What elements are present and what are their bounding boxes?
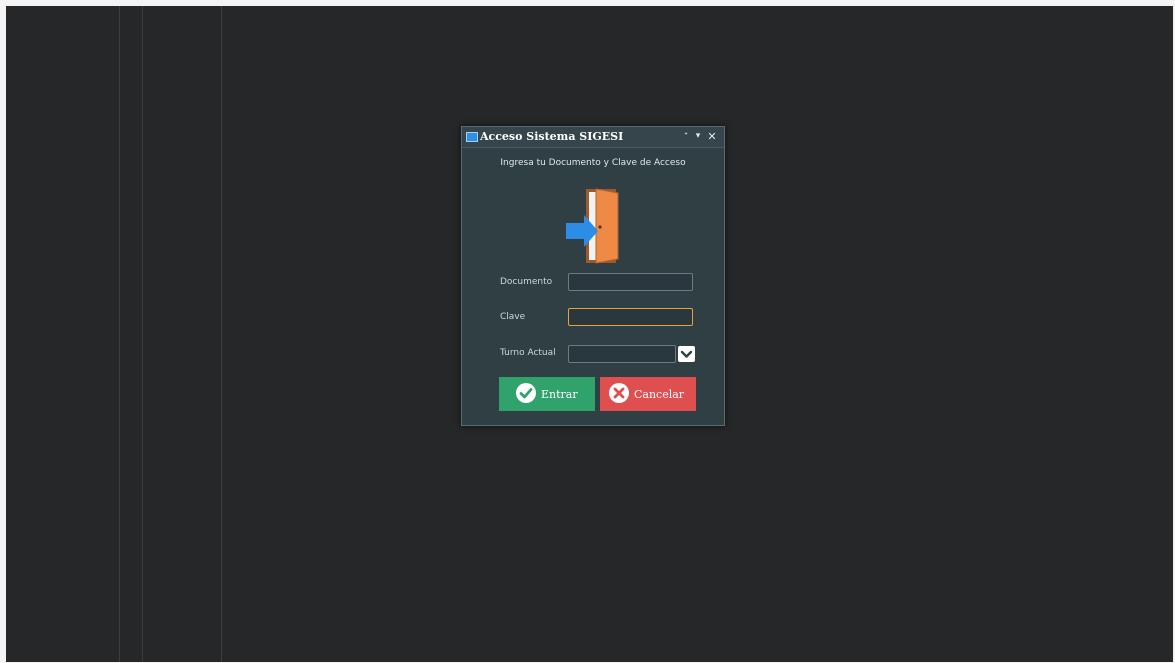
desktop-divider xyxy=(119,6,120,662)
check-circle-icon xyxy=(515,382,537,404)
cancelar-label: Cancelar xyxy=(634,388,685,401)
desktop-divider xyxy=(221,6,222,662)
app-window-icon xyxy=(466,132,478,142)
clave-input[interactable] xyxy=(568,308,693,326)
documento-input[interactable] xyxy=(568,273,693,291)
documento-label: Documento xyxy=(500,277,553,287)
pin-button[interactable]: ᐩ xyxy=(680,129,692,144)
cancelar-button[interactable]: Cancelar xyxy=(600,377,696,411)
turno-label: Turno Actual xyxy=(500,348,556,358)
dialog-title: Acceso Sistema SIGESI xyxy=(480,130,624,143)
close-button[interactable]: ✕ xyxy=(706,129,718,144)
dropdown-button[interactable]: ▾ xyxy=(692,129,704,144)
x-circle-icon xyxy=(608,382,630,404)
dialog-titlebar[interactable]: Acceso Sistema SIGESI ᐩ ▾ ✕ xyxy=(462,127,724,148)
turno-select-value[interactable] xyxy=(568,345,676,363)
entrar-button[interactable]: Entrar xyxy=(499,377,595,411)
door-enter-icon xyxy=(558,185,648,265)
clave-label: Clave xyxy=(500,312,526,322)
entrar-label: Entrar xyxy=(541,388,578,401)
turno-select[interactable] xyxy=(568,345,695,363)
login-dialog: Acceso Sistema SIGESI ᐩ ▾ ✕ Ingresa tu D… xyxy=(461,126,725,426)
desktop-background: Acceso Sistema SIGESI ᐩ ▾ ✕ Ingresa tu D… xyxy=(6,6,1173,662)
desktop-divider xyxy=(142,6,143,662)
dialog-subtitle: Ingresa tu Documento y Clave de Acceso xyxy=(500,158,686,168)
chevron-down-icon[interactable] xyxy=(678,346,695,362)
